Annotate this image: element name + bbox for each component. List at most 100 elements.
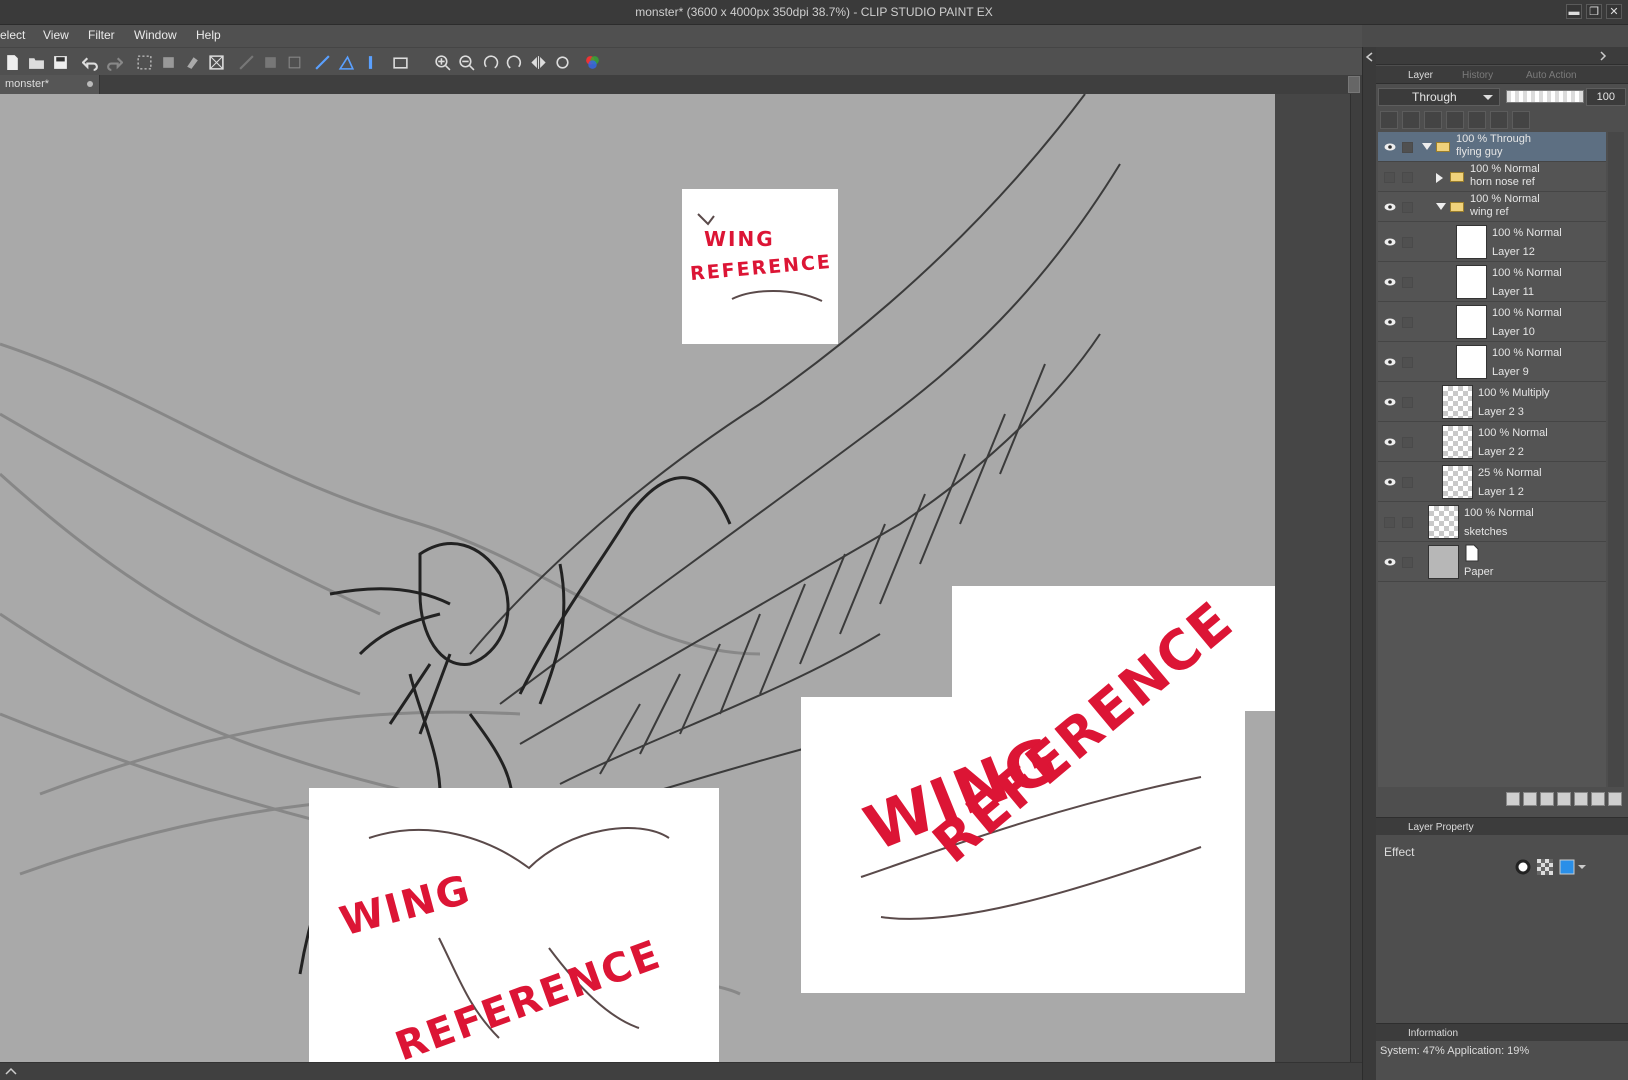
clear-icon[interactable] [182, 52, 202, 72]
layer-row[interactable]: 100 % Normal Layer 11 [1378, 262, 1606, 302]
layer-row[interactable]: 100 % Normal sketches [1378, 502, 1606, 542]
layer-list-scrollbar[interactable] [1608, 132, 1624, 787]
clip-icon[interactable] [1402, 111, 1420, 129]
rotate-right-icon[interactable] [504, 52, 524, 72]
layer-row[interactable]: 100 % Normal Layer 9 [1378, 342, 1606, 382]
layer-lock-toggle[interactable] [1402, 397, 1413, 408]
layer-lock-toggle[interactable] [1402, 557, 1413, 568]
new-file-icon[interactable] [2, 52, 22, 72]
layer-lock-toggle[interactable] [1402, 202, 1413, 213]
layer-row[interactable]: 25 % Normal Layer 1 2 [1378, 462, 1606, 502]
merge-icon[interactable] [1574, 792, 1588, 806]
opacity-value[interactable]: 100 [1586, 88, 1626, 106]
visibility-eye-icon[interactable] [1384, 318, 1396, 326]
new-folder-icon[interactable] [1540, 792, 1554, 806]
palette-color-icon[interactable] [1512, 111, 1530, 129]
zoom-in-icon[interactable] [432, 52, 452, 72]
layer-row[interactable]: Paper [1378, 542, 1606, 582]
canvas-area[interactable]: WING REFERENCE WING REFERENCE WING REFER… [0, 94, 1362, 1062]
new-vector-layer-icon[interactable] [1523, 792, 1537, 806]
color-icon[interactable] [582, 52, 602, 72]
redo-icon[interactable] [104, 52, 124, 72]
save-icon[interactable] [50, 52, 70, 72]
mask-layer-icon[interactable] [1591, 792, 1605, 806]
reset-rotation-icon[interactable] [552, 52, 572, 72]
canvas-vertical-scrollbar[interactable] [1350, 94, 1362, 1062]
visibility-eye-icon[interactable] [1384, 398, 1396, 406]
visibility-toggle[interactable] [1384, 172, 1395, 183]
layer-lock-toggle[interactable] [1402, 142, 1413, 153]
wing-reference-bottom[interactable]: WING REFERENCE [309, 788, 719, 1062]
mask-icon[interactable] [1468, 111, 1486, 129]
visibility-eye-icon[interactable] [1384, 203, 1396, 211]
collapse-left-icon[interactable] [1364, 51, 1376, 63]
close-button[interactable]: ✕ [1606, 4, 1622, 19]
blend-mode-select[interactable]: Through [1378, 88, 1500, 106]
wing-reference-small[interactable]: WING REFERENCE [682, 189, 838, 344]
expand-right-icon[interactable] [1598, 51, 1608, 61]
layer-lock-toggle[interactable] [1402, 317, 1413, 328]
panel-splitter[interactable] [1362, 47, 1376, 1080]
select-all-icon[interactable] [134, 52, 154, 72]
visibility-eye-icon[interactable] [1384, 238, 1396, 246]
layer-row[interactable]: 100 % Normal Layer 2 2 [1378, 422, 1606, 462]
layer-lock-toggle[interactable] [1402, 477, 1413, 488]
undo-icon[interactable] [80, 52, 100, 72]
visibility-eye-icon[interactable] [1384, 558, 1396, 566]
border-effect-icon[interactable] [1515, 859, 1531, 875]
tab-auto-action[interactable]: Auto Action [1504, 68, 1581, 84]
collapse-icon[interactable] [4, 1065, 18, 1079]
visibility-eye-icon[interactable] [1384, 143, 1396, 151]
flip-icon[interactable] [528, 52, 548, 72]
menu-filter[interactable]: Filter [88, 28, 115, 42]
menu-help[interactable]: Help [196, 28, 221, 42]
menu-view[interactable]: View [43, 28, 69, 42]
ruler-icon[interactable] [312, 52, 332, 72]
menu-window[interactable]: Window [134, 28, 177, 42]
visibility-eye-icon[interactable] [1384, 278, 1396, 286]
layer-row[interactable]: 100 % Multiply Layer 2 3 [1378, 382, 1606, 422]
layer-color-dropdown-icon[interactable] [1559, 859, 1587, 875]
deselect-icon[interactable] [158, 52, 178, 72]
layer-lock-toggle[interactable] [1402, 357, 1413, 368]
visibility-eye-icon[interactable] [1384, 438, 1396, 446]
layer-lock-toggle[interactable] [1402, 237, 1413, 248]
expand-arrow-icon[interactable] [1436, 173, 1443, 183]
open-file-icon[interactable] [26, 52, 46, 72]
collapse-arrow-icon[interactable] [1436, 203, 1446, 210]
perspective-icon[interactable] [336, 52, 356, 72]
tone-effect-icon[interactable] [1537, 859, 1553, 875]
layer-folder-row[interactable]: 100 % Normal horn nose ref [1378, 162, 1606, 192]
collapse-arrow-icon[interactable] [1422, 143, 1432, 150]
layer-color-icon[interactable] [1380, 111, 1398, 129]
frame-icon[interactable] [390, 52, 410, 72]
transform-icon[interactable] [206, 52, 226, 72]
wing-reference-large[interactable]: WING REFERENCE [801, 589, 1245, 993]
layer-row[interactable]: 100 % Normal Layer 10 [1378, 302, 1606, 342]
fill-icon[interactable] [260, 52, 280, 72]
visibility-eye-icon[interactable] [1384, 478, 1396, 486]
crop-icon[interactable] [236, 52, 256, 72]
transfer-down-icon[interactable] [1557, 792, 1571, 806]
zoom-out-icon[interactable] [456, 52, 476, 72]
document-tab[interactable]: monster* [0, 75, 100, 94]
layer-folder-row[interactable]: 100 % Through flying guy [1378, 132, 1606, 162]
select-tool-icon[interactable] [284, 52, 304, 72]
layer-lock-toggle[interactable] [1402, 517, 1413, 528]
delete-layer-icon[interactable] [1608, 792, 1622, 806]
visibility-eye-icon[interactable] [1384, 358, 1396, 366]
snap-icon[interactable] [360, 52, 380, 72]
layer-row[interactable]: 100 % Normal Layer 12 [1378, 222, 1606, 262]
drawing-canvas[interactable]: WING REFERENCE WING REFERENCE WING REFER… [0, 94, 1275, 1062]
maximize-button[interactable]: ❐ [1586, 4, 1602, 19]
new-raster-layer-icon[interactable] [1506, 792, 1520, 806]
layer-lock-toggle[interactable] [1402, 172, 1413, 183]
rotate-left-icon[interactable] [480, 52, 500, 72]
tab-layer[interactable]: Layer [1386, 68, 1437, 84]
lock-icon[interactable] [1446, 111, 1464, 129]
tab-scroll-button[interactable] [1348, 76, 1360, 93]
minimize-button[interactable]: ▬ [1566, 4, 1582, 19]
visibility-toggle[interactable] [1384, 517, 1395, 528]
ruler-layer-icon[interactable] [1490, 111, 1508, 129]
tab-layer-property[interactable]: Layer Property [1386, 820, 1478, 836]
